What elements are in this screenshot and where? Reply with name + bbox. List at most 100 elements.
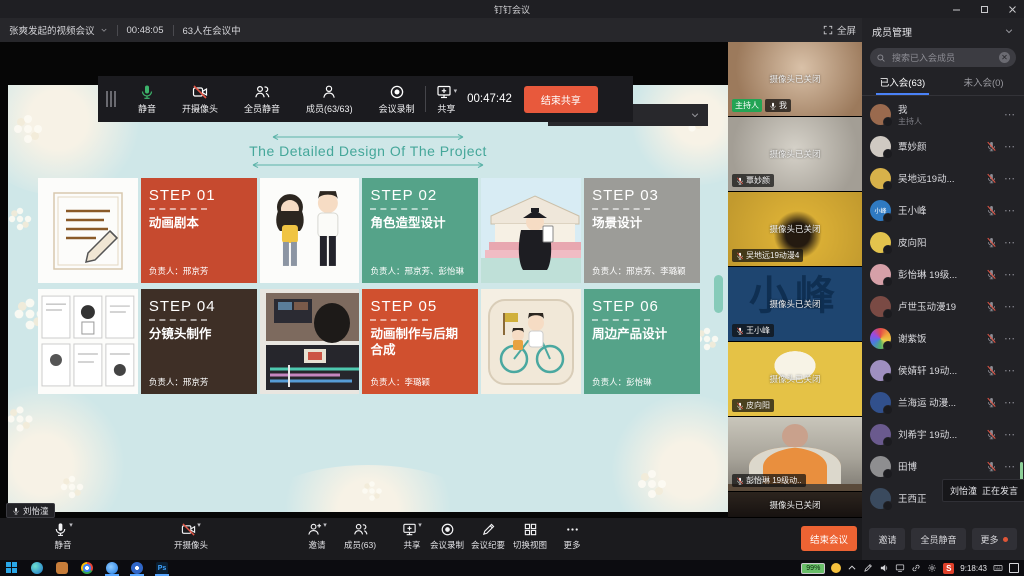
battery-indicator[interactable]: 99% <box>801 563 825 574</box>
chevron-down-icon[interactable] <box>690 110 700 120</box>
maximize-button[interactable] <box>978 3 990 15</box>
link-icon[interactable] <box>911 563 921 573</box>
share-button[interactable]: ▾ 共享 <box>436 84 458 115</box>
member-more-button[interactable]: ⋯ <box>1004 268 1016 281</box>
mute-all-button[interactable]: 全员静音 <box>244 84 280 115</box>
avatar <box>870 488 891 509</box>
tile-name-chip: 彭怡琳 19级动.. <box>732 474 806 487</box>
member-row[interactable]: 田博 ⋯ <box>862 450 1024 482</box>
tray-expand-icon[interactable] <box>847 563 857 573</box>
member-row[interactable]: 刘希宇 19动... ⋯ <box>862 418 1024 450</box>
windows-taskbar: Ps 99% S 9:18:43 <box>0 560 1024 576</box>
members-button[interactable]: 成员(63/63) <box>306 84 353 115</box>
minimize-button[interactable] <box>950 3 962 15</box>
member-more-button[interactable]: ⋯ <box>1004 204 1016 217</box>
video-tile[interactable]: 摄像头已关闭 <box>728 492 862 518</box>
more-button[interactable]: 更多 <box>544 522 600 551</box>
member-more-button[interactable]: ⋯ <box>1004 172 1016 185</box>
end-meeting-button[interactable]: 结束会议 <box>801 526 857 551</box>
panel-title: 成员管理 <box>872 24 912 39</box>
chrome-icon[interactable] <box>81 562 93 574</box>
slide-title: The Detailed Design Of The Project <box>249 143 487 159</box>
member-row[interactable]: 我主持人 ⋯ <box>862 98 1024 130</box>
avatar <box>870 296 891 317</box>
video-tile[interactable]: 彭怡琳 19级动.. <box>728 417 862 492</box>
window-titlebar: 钉钉会议 <box>0 0 1024 18</box>
member-row[interactable]: 侯婧轩 19动... ⋯ <box>862 354 1024 386</box>
video-tile[interactable]: 小峰 摄像头已关闭 王小峰 <box>728 267 862 342</box>
clear-search-button[interactable]: ✕ <box>999 52 1010 63</box>
start-button[interactable] <box>6 562 18 574</box>
member-row[interactable]: 谢紫饭 ⋯ <box>862 322 1024 354</box>
member-row[interactable]: 卢世玉动漫19 ⋯ <box>862 290 1024 322</box>
camera-off-label: 摄像头已关闭 <box>728 373 862 385</box>
member-more-button[interactable]: ⋯ <box>1004 108 1016 121</box>
app-icon[interactable] <box>131 562 143 574</box>
member-row[interactable]: 小峰 王小峰 ⋯ <box>862 194 1024 226</box>
members-button[interactable]: 成员(63) <box>332 522 388 551</box>
toolbar-drag-handle[interactable] <box>106 91 116 107</box>
step-name: 场景设计 <box>592 216 692 232</box>
muted-mic-icon <box>736 252 744 260</box>
member-more-button[interactable]: ⋯ <box>1004 332 1016 345</box>
collapse-chevron-icon[interactable] <box>1004 26 1014 36</box>
video-tile[interactable]: 摄像头已关闭 主持人 我 <box>728 42 862 117</box>
member-search[interactable]: ✕ <box>870 48 1016 67</box>
photoshop-icon[interactable]: Ps <box>156 562 168 574</box>
meeting-duration: 00:48:05 <box>118 25 173 36</box>
tab-not-joined[interactable]: 未入会(0) <box>943 74 1024 95</box>
input-method-icon[interactable]: S <box>943 563 954 574</box>
monitor-icon[interactable] <box>895 563 905 573</box>
app-icon[interactable] <box>56 562 68 574</box>
camera-off-icon <box>192 84 208 100</box>
tab-joined[interactable]: 已入会(63) <box>862 74 943 95</box>
step-owner: 负责人：邢京芳、彭怡琳 <box>370 266 470 277</box>
video-tile[interactable]: 摄像头已关闭 覃妙颜 <box>728 117 862 192</box>
record-button[interactable]: 会议录制 <box>379 84 415 115</box>
notification-center-icon[interactable] <box>1009 563 1019 573</box>
mute-button[interactable]: 静音 <box>138 84 156 115</box>
member-role: 主持人 <box>898 116 922 127</box>
member-row[interactable]: 覃妙颜 ⋯ <box>862 130 1024 162</box>
dingtalk-icon[interactable] <box>106 562 118 574</box>
camera-button[interactable]: ▾ 开摄像头 <box>163 522 219 551</box>
camera-button[interactable]: 开摄像头 <box>182 84 218 115</box>
member-row[interactable]: 彭怡琳 19级... ⋯ <box>862 258 1024 290</box>
edge-browser-icon[interactable] <box>31 562 43 574</box>
member-row[interactable]: 皮向阳 ⋯ <box>862 226 1024 258</box>
touch-keyboard-icon[interactable] <box>993 563 1003 573</box>
member-more-button[interactable]: ⋯ <box>1004 364 1016 377</box>
bottom-toolbar: ▾ 静音 ▾ 开摄像头 ▾ 邀请 成员(63) ▾ 共享 会议录制 会议纪要 <box>0 518 862 560</box>
mute-button[interactable]: ▾ 静音 <box>35 522 91 551</box>
invite-button[interactable]: 邀请 <box>869 528 905 550</box>
end-share-button[interactable]: 结束共享 <box>524 86 598 113</box>
avatar <box>870 392 891 413</box>
floral-decoration <box>258 465 478 512</box>
member-more-button[interactable]: ⋯ <box>1004 396 1016 409</box>
mute-all-button[interactable]: 全员静音 <box>911 528 965 550</box>
close-button[interactable] <box>1006 3 1018 15</box>
pen-icon[interactable] <box>863 563 873 573</box>
member-row[interactable]: 吴地远19动... ⋯ <box>862 162 1024 194</box>
speaker-icon[interactable] <box>879 563 889 573</box>
fullscreen-button[interactable]: 全屏 <box>823 23 856 37</box>
camera-off-label: 摄像头已关闭 <box>728 148 862 160</box>
more-button[interactable]: 更多 <box>972 528 1017 550</box>
member-tabs: 已入会(63) 未入会(0) <box>862 74 1024 96</box>
video-tile[interactable]: 摄像头已关闭 皮向阳 <box>728 342 862 417</box>
search-input[interactable] <box>890 52 995 64</box>
member-more-button[interactable]: ⋯ <box>1004 428 1016 441</box>
video-tile[interactable]: 摄像头已关闭 吴地远19动漫4 <box>728 192 862 267</box>
member-more-button[interactable]: ⋯ <box>1004 236 1016 249</box>
pencil-icon <box>481 522 496 537</box>
settings-icon[interactable] <box>927 563 937 573</box>
member-more-button[interactable]: ⋯ <box>1004 140 1016 153</box>
clock[interactable]: 9:18:43 <box>960 564 987 573</box>
meeting-title-dropdown[interactable]: 张爽发起的视频会议 <box>0 23 117 37</box>
member-more-button[interactable]: ⋯ <box>1004 300 1016 313</box>
member-row[interactable]: 兰海运 动漫... ⋯ <box>862 386 1024 418</box>
dingtalk-meeting-window: 钉钉会议 张爽发起的视频会议 00:48:05 63人在会议中 全屏 <box>0 0 1024 576</box>
muted-mic-icon <box>736 177 744 185</box>
member-more-button[interactable]: ⋯ <box>1004 460 1016 473</box>
tray-app-icon[interactable] <box>831 563 841 573</box>
